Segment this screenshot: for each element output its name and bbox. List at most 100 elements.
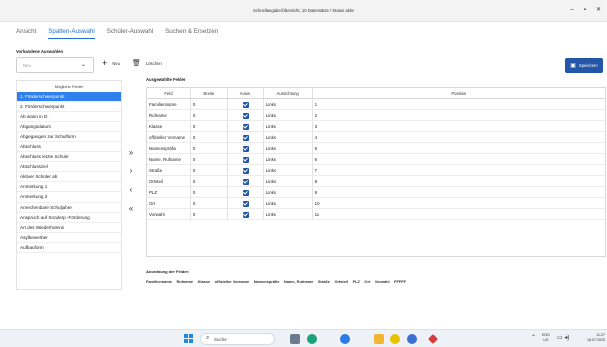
cell-breite[interactable]: 0 <box>191 165 228 175</box>
maximize-button[interactable]: ▪ <box>584 6 586 14</box>
chrome-browser-icon[interactable] <box>390 334 400 344</box>
clock[interactable]: 11:27 18.07.2025 <box>583 333 605 343</box>
available-field-item[interactable]: Anmerkung 1 <box>17 182 121 193</box>
cell-feld[interactable]: Klasse <box>147 121 191 131</box>
cell-breite[interactable]: 0 <box>191 121 228 131</box>
available-field-item[interactable]: Anspruch auf Sonderp.-Förderung <box>17 213 121 223</box>
available-fields-list[interactable]: Mögliche Felder 1. Förderschwerpunkt 2. F… <box>16 80 122 290</box>
language-indicator[interactable]: ENG US <box>542 333 550 343</box>
cell-ausrichtung[interactable]: Links <box>264 110 313 120</box>
tab-suchen-ersetzen[interactable]: Suchen & Ersetzen <box>165 28 218 39</box>
available-field-item[interactable]: Abschluss <box>17 142 121 153</box>
cell-ausrichtung[interactable]: Links <box>264 187 313 197</box>
schild-app-icon[interactable] <box>428 334 438 344</box>
new-button[interactable]: + Neu <box>102 59 120 68</box>
table-row[interactable]: Ort 0 Links 10 <box>147 198 605 209</box>
cell-feld[interactable]: Vorwahl <box>147 209 191 219</box>
available-field-item[interactable]: 2. Förderschwerpunkt <box>17 102 121 113</box>
available-field-item[interactable]: Art des Wiederholens <box>17 223 121 233</box>
cell-ausrichtung[interactable]: Links <box>264 121 313 131</box>
available-field-item[interactable]: Ab wann in D. <box>17 112 121 123</box>
available-field-item[interactable]: Asylbewerber <box>17 233 121 243</box>
cell-feld[interactable]: Straße <box>147 165 191 175</box>
save-button[interactable]: ▣ Speichern <box>565 58 603 73</box>
cell-position[interactable]: 7 <box>313 165 605 175</box>
cell-ausrichtung[interactable]: Links <box>264 143 313 153</box>
cell-ausw[interactable] <box>228 176 264 186</box>
table-row[interactable]: Familienname 0 Links 1 <box>147 99 605 110</box>
table-row[interactable]: offizieller Vorname 0 Links 4 <box>147 132 605 143</box>
tab-schueler-auswahl[interactable]: Schüler-Auswahl <box>107 28 153 39</box>
cell-ausw[interactable] <box>228 110 264 120</box>
cell-breite[interactable]: 0 <box>191 154 228 164</box>
selected-fields-grid[interactable]: Feld Breite Ausw. Ausrichtung Position F… <box>146 87 606 257</box>
cell-position[interactable]: 1 <box>313 99 605 109</box>
table-row[interactable]: Straße 0 Links 7 <box>147 165 605 176</box>
available-field-item[interactable]: Abgangsdatum <box>17 122 121 133</box>
checkbox-checked-icon[interactable] <box>242 112 249 119</box>
available-field-item[interactable]: Anrechenbare Schuljahre <box>17 203 121 213</box>
cell-feld[interactable]: Familienname <box>147 99 191 109</box>
cell-breite[interactable]: 0 <box>191 110 228 120</box>
cell-position[interactable]: 9 <box>313 187 605 197</box>
checkbox-checked-icon[interactable] <box>242 156 249 163</box>
cell-breite[interactable]: 0 <box>191 99 228 109</box>
cell-breite[interactable]: 0 <box>191 187 228 197</box>
column-header-ausrichtung[interactable]: Ausrichtung <box>264 88 313 98</box>
checkbox-checked-icon[interactable] <box>242 167 249 174</box>
available-field-item[interactable]: Anmerkung 2 <box>17 192 121 203</box>
selection-dropdown[interactable]: Neu ⌄ <box>16 57 94 73</box>
cell-ausrichtung[interactable]: Links <box>264 154 313 164</box>
cell-position[interactable]: 6 <box>313 154 605 164</box>
cell-feld[interactable]: offizieller Vorname <box>147 132 191 142</box>
table-row[interactable]: Namenspräfix 0 Links 5 <box>147 143 605 154</box>
file-explorer-icon[interactable] <box>374 334 384 344</box>
app-icon[interactable] <box>407 334 417 344</box>
available-field-item[interactable]: Aktiver Schüler ab <box>17 172 121 183</box>
cell-feld[interactable]: Namenspräfix <box>147 143 191 153</box>
available-field-item[interactable]: Abschlussziel <box>17 162 121 173</box>
cell-breite[interactable]: 0 <box>191 198 228 208</box>
cell-position[interactable]: 8 <box>313 176 605 186</box>
minimize-button[interactable]: – <box>570 6 573 14</box>
close-button[interactable]: ✕ <box>596 6 601 14</box>
cell-ausrichtung[interactable]: Links <box>264 209 313 219</box>
cell-feld[interactable]: Rufname <box>147 110 191 120</box>
cell-position[interactable]: 4 <box>313 132 605 142</box>
cell-breite[interactable]: 0 <box>191 176 228 186</box>
cell-feld[interactable]: Ort <box>147 198 191 208</box>
cell-feld[interactable]: Ortsteil <box>147 176 191 186</box>
cell-breite[interactable]: 0 <box>191 209 228 219</box>
cell-ausw[interactable] <box>228 154 264 164</box>
checkbox-checked-icon[interactable] <box>242 101 249 108</box>
column-header-position[interactable]: Position <box>313 88 605 98</box>
settings-app-icon[interactable] <box>340 334 350 344</box>
cell-feld[interactable]: PLZ <box>147 187 191 197</box>
cell-breite[interactable]: 0 <box>191 143 228 153</box>
table-row[interactable]: Ortsteil 0 Links 8 <box>147 176 605 187</box>
cell-ausw[interactable] <box>228 143 264 153</box>
table-row[interactable]: Vorwahl 0 Links 11 <box>147 209 605 220</box>
cell-position[interactable]: 11 <box>313 209 605 219</box>
checkbox-checked-icon[interactable] <box>242 178 249 185</box>
table-row[interactable]: Rufname 0 Links 2 <box>147 110 605 121</box>
available-field-item[interactable]: Abgegangen zur Schulform <box>17 132 121 143</box>
cell-ausrichtung[interactable]: Links <box>264 176 313 186</box>
tray-chevron-up-icon[interactable]: ⌃ <box>531 334 536 341</box>
tab-ansicht[interactable]: Ansicht <box>16 28 36 39</box>
cell-ausrichtung[interactable]: Links <box>264 132 313 142</box>
tab-spalten-auswahl[interactable]: Spalten-Auswahl <box>48 28 95 39</box>
cell-ausrichtung[interactable]: Links <box>264 198 313 208</box>
cell-position[interactable]: 2 <box>313 110 605 120</box>
checkbox-checked-icon[interactable] <box>242 145 249 152</box>
checkbox-checked-icon[interactable] <box>242 189 249 196</box>
cell-breite[interactable]: 0 <box>191 132 228 142</box>
add-button[interactable]: › <box>125 166 137 176</box>
checkbox-checked-icon[interactable] <box>242 200 249 207</box>
remove-button[interactable]: ‹ <box>125 185 137 195</box>
edge-browser-icon[interactable] <box>307 334 317 344</box>
table-row[interactable]: PLZ 0 Links 9 <box>147 187 605 198</box>
checkbox-checked-icon[interactable] <box>242 134 249 141</box>
cell-ausw[interactable] <box>228 198 264 208</box>
cell-ausw[interactable] <box>228 99 264 109</box>
